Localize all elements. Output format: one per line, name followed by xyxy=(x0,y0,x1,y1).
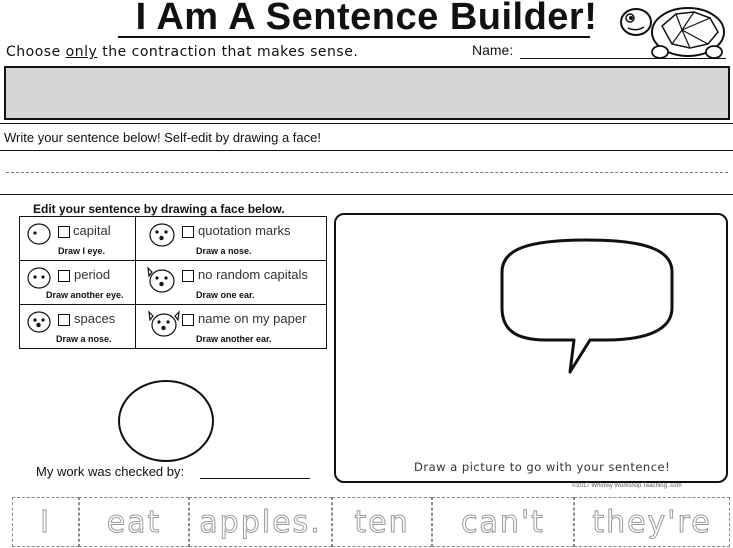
word-card[interactable]: I xyxy=(12,497,79,547)
write-instruction: Write your sentence below! Self-edit by … xyxy=(4,130,321,145)
face-one-ear-icon xyxy=(147,266,175,293)
checklist-sub: Draw a nose. xyxy=(56,334,112,344)
name-field[interactable] xyxy=(520,58,726,59)
checklist-item-name-on-my-paper: name on my paper Draw another ear. xyxy=(136,305,326,348)
checklist-sub: Draw one ear. xyxy=(196,290,255,300)
checklist-label: quotation marks xyxy=(198,223,291,238)
checklist-item-period: period Draw another eye. xyxy=(20,261,135,304)
checkbox[interactable] xyxy=(58,314,70,326)
checklist-sub: Draw a nose. xyxy=(196,246,252,256)
face-one-eye-icon xyxy=(27,223,51,245)
writing-mid-line xyxy=(6,172,728,173)
title-underline xyxy=(118,36,590,38)
writing-base-line[interactable] xyxy=(0,194,733,195)
face-nose-icon xyxy=(149,223,175,247)
checklist-item-quotation-marks: quotation marks Draw a nose. xyxy=(136,217,326,260)
checklist-item-spaces: spaces Draw a nose. xyxy=(20,305,135,348)
word-card-strip: I eat apples. ten can't they're xyxy=(12,497,730,547)
copyright: ©2017 Whimsy Workshop Teaching .com xyxy=(572,483,682,489)
speech-bubble-icon xyxy=(500,238,674,374)
checked-by-label: My work was checked by: xyxy=(36,464,185,479)
contraction-drop-area[interactable] xyxy=(4,66,730,120)
checklist-label: no random capitals xyxy=(198,267,308,282)
checkbox[interactable] xyxy=(182,314,194,326)
word-card[interactable]: eat xyxy=(79,497,189,547)
name-label: Name: xyxy=(472,42,514,58)
checkbox[interactable] xyxy=(58,226,70,238)
picture-caption: Draw a picture to go with your sentence! xyxy=(414,460,671,474)
edit-title: Edit your sentence by drawing a face bel… xyxy=(33,202,285,216)
checklist-label: spaces xyxy=(74,311,116,326)
checklist-sub: Draw another eye. xyxy=(46,290,124,300)
word-card[interactable]: ten xyxy=(332,497,432,547)
checkbox[interactable] xyxy=(182,270,194,282)
checklist-item-capital: capital Draw I eye. xyxy=(20,217,135,260)
turtle-icon xyxy=(620,7,725,59)
checked-by-field[interactable] xyxy=(200,478,310,479)
checkbox[interactable] xyxy=(58,270,70,282)
instruction-text: Choose only the contraction that makes s… xyxy=(6,44,359,60)
checklist-label: name on my paper xyxy=(198,311,307,326)
checklist-sub: Draw I eye. xyxy=(58,246,106,256)
face-drawing-circle[interactable] xyxy=(118,380,214,462)
word-card[interactable]: they're xyxy=(574,497,730,547)
word-card[interactable]: apples. xyxy=(189,497,332,547)
checkbox[interactable] xyxy=(182,226,194,238)
face-two-ears-icon xyxy=(148,310,180,337)
edit-checklist: capital Draw I eye. quotation marks Draw… xyxy=(19,216,327,349)
writing-top-line xyxy=(0,150,733,151)
word-card[interactable]: can't xyxy=(432,497,574,547)
checklist-label: period xyxy=(74,267,111,282)
face-two-eyes-icon xyxy=(27,267,51,289)
checklist-item-no-random-capitals: no random capitals Draw one ear. xyxy=(136,261,326,304)
checklist-sub: Draw another ear. xyxy=(196,334,272,344)
checklist-label: capital xyxy=(73,223,111,238)
divider xyxy=(0,123,733,124)
face-nose-icon xyxy=(27,311,51,333)
